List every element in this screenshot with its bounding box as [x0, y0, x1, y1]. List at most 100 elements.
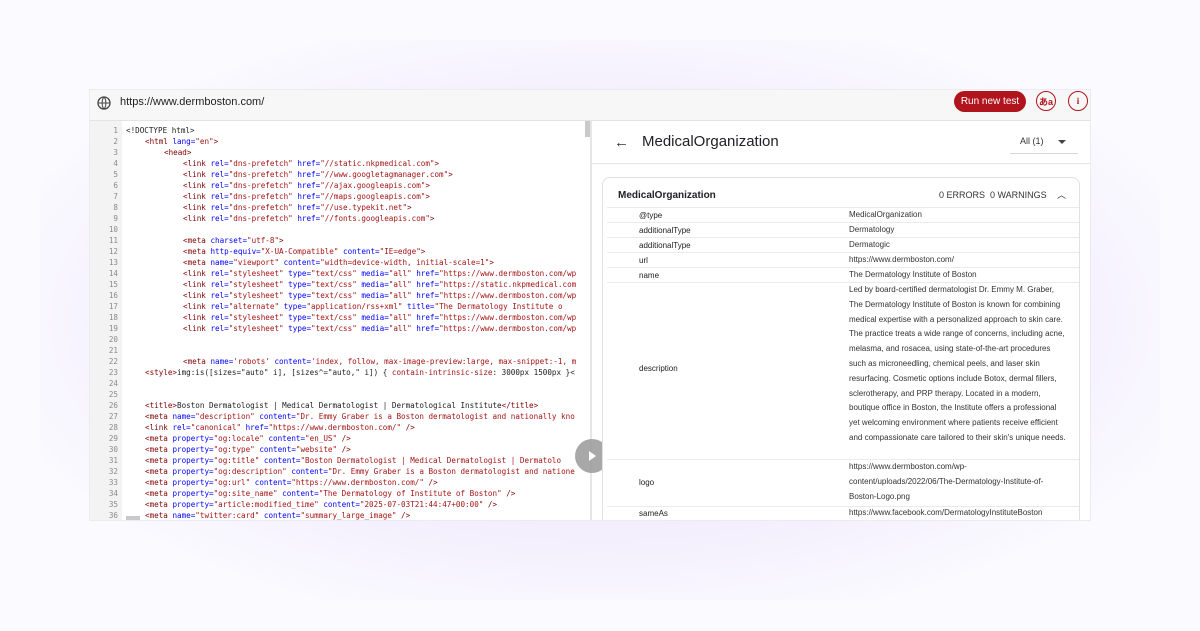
line-number: 35: [108, 500, 118, 509]
property-row: additionalType Dermatology: [607, 222, 1079, 238]
run-new-test-button[interactable]: Run new test: [954, 91, 1026, 112]
line-number: 23: [108, 368, 118, 377]
code-line: 32 <meta property="og:description" conten…: [90, 466, 590, 477]
line-number: 11: [108, 236, 118, 245]
panel-title: MedicalOrganization: [642, 133, 779, 150]
line-number: 33: [108, 478, 118, 487]
line-number: 4: [113, 159, 118, 168]
property-key: url: [639, 256, 648, 265]
code-text: <link rel="dns-prefetch" href="//maps.go…: [183, 192, 430, 201]
code-text: <meta property="article:modified_time" c…: [145, 500, 498, 509]
line-number: 7: [113, 192, 118, 201]
property-key: logo: [639, 478, 655, 487]
property-key: sameAs: [639, 509, 668, 518]
code-line: 26 <title>Boston Dermatologist | Medical …: [90, 400, 590, 411]
code-text: <link rel="dns-prefetch" href="//static.…: [183, 159, 440, 168]
code-line: 4 <link rel="dns-prefetch" href="//static…: [90, 158, 590, 169]
code-text: <link rel="canonical" href="https://www.…: [145, 423, 415, 432]
code-editor[interactable]: 1 <!DOCTYPE html> 2 <html lang="en"> 3 <head>…: [90, 121, 590, 520]
line-number: 27: [108, 412, 118, 421]
line-number: 13: [108, 258, 118, 267]
line-number: 26: [108, 401, 118, 410]
code-line: 6 <link rel="dns-prefetch" href="//ajax.g…: [90, 180, 590, 191]
line-number: 29: [108, 434, 118, 443]
code-text: <meta property="og:description" content=…: [145, 467, 575, 476]
code-line: 25: [90, 389, 590, 400]
code-text: <link rel="stylesheet" type="text/css" m…: [183, 324, 577, 333]
code-text: <link rel="dns-prefetch" href="//www.goo…: [183, 170, 453, 179]
code-line: 14 <link rel="stylesheet" type="text/css"…: [90, 268, 590, 279]
property-row: logo https://www.dermboston.com/wp-conte…: [607, 459, 1079, 507]
line-number: 8: [113, 203, 118, 212]
line-number: 9: [113, 214, 118, 223]
code-text: <link rel="dns-prefetch" href="//fonts.g…: [183, 214, 435, 223]
filter-dropdown[interactable]: All (1): [1020, 136, 1044, 146]
info-icon: i: [1076, 96, 1080, 106]
code-line: 12 <meta http-equiv="X-UA-Compatible" con…: [90, 246, 590, 257]
code-line: 24: [90, 378, 590, 389]
property-value: Dermatogic: [849, 240, 890, 249]
line-number: 14: [108, 269, 118, 278]
line-number: 36: [108, 511, 118, 520]
property-value[interactable]: https://www.dermboston.com/wp-content/up…: [849, 460, 1067, 504]
code-text: <meta name="description" content="Dr. Em…: [145, 412, 575, 421]
code-line: 21: [90, 345, 590, 356]
code-text: <style>img:is([sizes="auto" i], [sizes^=…: [145, 368, 575, 377]
property-row: sameAs https://www.facebook.com/Dermatol…: [607, 506, 1079, 520]
code-line: 9 <link rel="dns-prefetch" href="//fonts.…: [90, 213, 590, 224]
translate-icon: あa: [1038, 96, 1053, 107]
code-line: 2 <html lang="en">: [90, 136, 590, 147]
property-key: description: [639, 364, 678, 373]
translate-button[interactable]: あa: [1036, 91, 1056, 111]
warnings-count: 0 WARNINGS: [990, 190, 1047, 200]
code-line: 17 <link rel="alternate" type="applicatio…: [90, 301, 590, 312]
property-row: @type MedicalOrganization: [607, 207, 1079, 223]
property-value[interactable]: https://www.dermboston.com/: [849, 253, 1067, 268]
line-number: 16: [108, 291, 118, 300]
property-key: additionalType: [639, 241, 691, 250]
line-number: 28: [108, 423, 118, 432]
property-key: additionalType: [639, 226, 691, 235]
url-text[interactable]: https://www.dermboston.com/: [120, 96, 264, 108]
code-text: <meta property="og:locale" content="en_U…: [145, 434, 351, 443]
code-text: <head>: [164, 148, 192, 157]
line-number: 17: [108, 302, 118, 311]
code-text: <link rel="stylesheet" type="text/css" m…: [183, 280, 577, 289]
globe-icon: [97, 96, 111, 110]
line-number: 1: [113, 126, 118, 135]
code-text: <link rel="stylesheet" type="text/css" m…: [183, 269, 577, 278]
code-line: 29 <meta property="og:locale" content="en…: [90, 433, 590, 444]
code-line: 36 <meta name="twitter:card" content="sum…: [90, 510, 590, 520]
code-line: 18 <link rel="stylesheet" type="text/css"…: [90, 312, 590, 323]
results-panel: ← MedicalOrganization All (1) MedicalOrg…: [592, 121, 1090, 520]
line-number: 18: [108, 313, 118, 322]
chevron-down-icon[interactable]: [1058, 140, 1066, 144]
info-button[interactable]: i: [1068, 91, 1088, 111]
property-key: @type: [639, 211, 663, 220]
code-line: 33 <meta property="og:url" content="https…: [90, 477, 590, 488]
property-row: description Led by board-certified derma…: [607, 282, 1079, 460]
property-value: Dermatology: [849, 225, 895, 234]
code-line: 13 <meta name="viewport" content="width=d…: [90, 257, 590, 268]
property-value[interactable]: https://www.facebook.com/DermatologyInst…: [849, 507, 1067, 520]
property-value: MedicalOrganization: [849, 210, 922, 219]
code-line: 28 <link rel="canonical" href="https://ww…: [90, 422, 590, 433]
line-number: 3: [113, 148, 118, 157]
chevron-up-icon[interactable]: ︿: [1057, 188, 1066, 201]
code-line: 3 <head>: [90, 147, 590, 158]
property-row: name The Dermatology Institute of Boston: [607, 267, 1079, 283]
arrow-left-icon[interactable]: ←: [614, 134, 629, 151]
line-number: 25: [108, 390, 118, 399]
code-line: 30 <meta property="og:type" content="webs…: [90, 444, 590, 455]
code-line: 15 <link rel="stylesheet" type="text/css"…: [90, 279, 590, 290]
code-text: <meta property="og:title" content="Bosto…: [145, 456, 562, 465]
line-number: 31: [108, 456, 118, 465]
line-number: 20: [108, 335, 118, 344]
line-number: 22: [108, 357, 118, 366]
code-text: <link rel="dns-prefetch" href="//use.typ…: [183, 203, 412, 212]
line-number: 6: [113, 181, 118, 190]
horizontal-scrollbar[interactable]: [126, 516, 140, 520]
code-text: <meta property="og:type" content="websit…: [145, 445, 351, 454]
filter-underline: [1010, 153, 1078, 154]
code-line: 31 <meta property="og:title" content="Bos…: [90, 455, 590, 466]
